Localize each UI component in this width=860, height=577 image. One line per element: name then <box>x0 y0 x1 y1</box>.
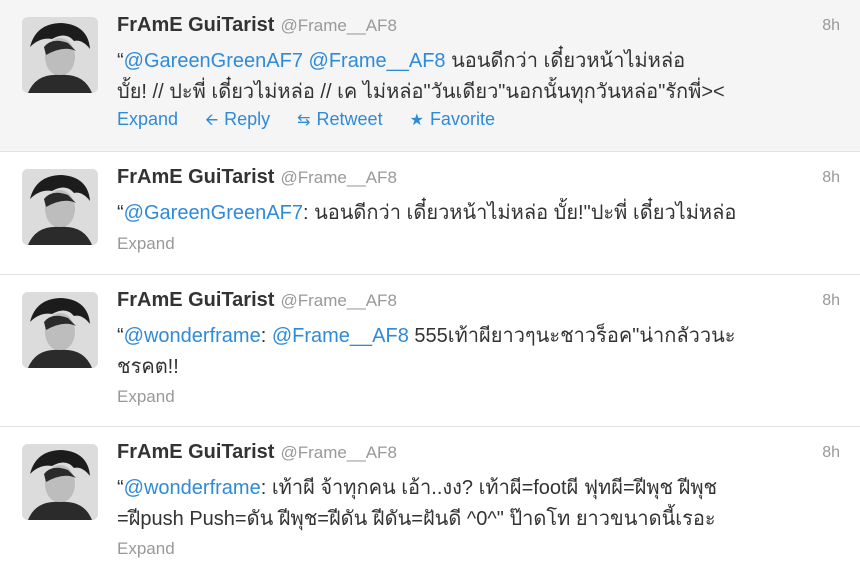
author-username[interactable]: @Frame__AF8 <box>280 291 396 310</box>
mention-separator: : <box>260 325 272 347</box>
tweet-actions: Expand 🡨 Reply ⇆ Retweet ★ Favorite <box>117 109 517 136</box>
reply-arrow-icon: 🡨 <box>205 112 219 129</box>
tweet-timestamp[interactable]: 8h <box>822 292 840 310</box>
mention-link[interactable]: @GareenGreenAF7 <box>124 50 303 72</box>
author-username[interactable]: @Frame__AF8 <box>280 168 396 187</box>
avatar[interactable] <box>22 292 98 368</box>
expand-link[interactable]: Expand <box>117 539 175 559</box>
expand-link[interactable]: Expand <box>117 109 178 130</box>
avatar-photo <box>22 292 98 368</box>
expand-link[interactable]: Expand <box>117 387 175 407</box>
tweet-text-line: “@wonderframe: เท้าผี จ้าทุกคน เอ้า..งง?… <box>117 473 817 504</box>
mention-link[interactable]: @wonderframe <box>124 477 261 499</box>
tweet-header: FrAmE GuiTarist @Frame__AF8 8h <box>117 14 840 42</box>
retweet-button[interactable]: ⇆ Retweet <box>297 109 382 130</box>
mention-link[interactable]: @wonderframe <box>124 325 261 347</box>
author-username[interactable]: @Frame__AF8 <box>280 443 396 462</box>
tweet-timestamp[interactable]: 8h <box>822 444 840 462</box>
avatar-photo <box>22 444 98 520</box>
mention-link[interactable]: @Frame__AF8 <box>309 50 446 72</box>
timeline: FrAmE GuiTarist @Frame__AF8 8h “@GareenGr… <box>0 0 860 577</box>
tweet-item[interactable]: FrAmE GuiTarist @Frame__AF8 8h “@GareenGr… <box>0 152 860 275</box>
author-fullname[interactable]: FrAmE GuiTarist <box>117 14 274 36</box>
tweet-timestamp[interactable]: 8h <box>822 17 840 35</box>
tweet-text-line: “@GareenGreenAF7: นอนดีกว่า เดี๋ยวหน้าไม… <box>117 198 817 229</box>
tweet-text-body: 555เท้าผียาวๆนะชาวร็อค"น่ากลัววนะ <box>408 325 736 347</box>
retweet-icon: ⇆ <box>297 112 311 129</box>
tweet-text-line: “@wonderframe: @Frame__AF8 555เท้าผียาวๆ… <box>117 321 817 352</box>
tweet-text-line: ชรคต!! <box>117 356 179 378</box>
tweet-text: “@wonderframe: เท้าผี จ้าทุกคน เอ้า..งง?… <box>117 473 817 535</box>
mention-link[interactable]: @GareenGreenAF7 <box>124 202 303 224</box>
tweet-text-line: บั้ย! // ปะพี่ เดี๋ยวไม่หล่อ // เค ไม่หล… <box>117 81 725 103</box>
tweet-header: FrAmE GuiTarist @Frame__AF8 8h <box>117 166 840 194</box>
tweet-text-line: =ฝีpush Push=ดัน ฝีพุช=ฝีดัน ฝีดัน=ฝันดี… <box>117 508 716 530</box>
favorite-button[interactable]: ★ Favorite <box>410 109 495 130</box>
author-fullname[interactable]: FrAmE GuiTarist <box>117 289 274 311</box>
tweet-text-body: นอนดีกว่า เดี๋ยวหน้าไม่หล่อ <box>445 50 686 72</box>
avatar[interactable] <box>22 169 98 245</box>
avatar-photo <box>22 169 98 245</box>
tweet-text-line: “@GareenGreenAF7 @Frame__AF8 นอนดีกว่า เ… <box>117 46 817 77</box>
retweet-label: Retweet <box>316 109 383 129</box>
star-icon: ★ <box>409 112 424 129</box>
author-fullname[interactable]: FrAmE GuiTarist <box>117 166 274 188</box>
author-fullname[interactable]: FrAmE GuiTarist <box>117 441 274 463</box>
tweet-item[interactable]: FrAmE GuiTarist @Frame__AF8 8h “@wonderfr… <box>0 427 860 577</box>
tweet-text-body: : นอนดีกว่า เดี๋ยวหน้าไม่หล่อ บั้ย!"ปะพี… <box>302 202 737 224</box>
quote-mark: “ <box>117 325 124 347</box>
author-username[interactable]: @Frame__AF8 <box>280 16 396 35</box>
tweet-text: “@wonderframe: @Frame__AF8 555เท้าผียาวๆ… <box>117 321 817 383</box>
quote-mark: “ <box>117 477 124 499</box>
tweet-header: FrAmE GuiTarist @Frame__AF8 8h <box>117 289 840 317</box>
tweet-timestamp[interactable]: 8h <box>822 169 840 187</box>
avatar[interactable] <box>22 444 98 520</box>
quote-mark: “ <box>117 202 124 224</box>
avatar-photo <box>22 17 98 93</box>
quote-mark: “ <box>117 50 124 72</box>
tweet-item[interactable]: FrAmE GuiTarist @Frame__AF8 8h “@GareenGr… <box>0 0 860 152</box>
reply-label: Reply <box>224 109 271 129</box>
mention-link[interactable]: @Frame__AF8 <box>272 325 409 347</box>
tweet-text: “@GareenGreenAF7 @Frame__AF8 นอนดีกว่า เ… <box>117 46 817 108</box>
tweet-text-body: : เท้าผี จ้าทุกคน เอ้า..งง? เท้าผี=footผ… <box>260 477 718 499</box>
favorite-label: Favorite <box>429 109 495 129</box>
tweet-text: “@GareenGreenAF7: นอนดีกว่า เดี๋ยวหน้าไม… <box>117 198 817 229</box>
reply-button[interactable]: 🡨 Reply <box>205 109 270 136</box>
avatar[interactable] <box>22 17 98 93</box>
expand-link[interactable]: Expand <box>117 234 175 254</box>
tweet-header: FrAmE GuiTarist @Frame__AF8 8h <box>117 441 840 469</box>
tweet-item[interactable]: FrAmE GuiTarist @Frame__AF8 8h “@wonderfr… <box>0 275 860 427</box>
